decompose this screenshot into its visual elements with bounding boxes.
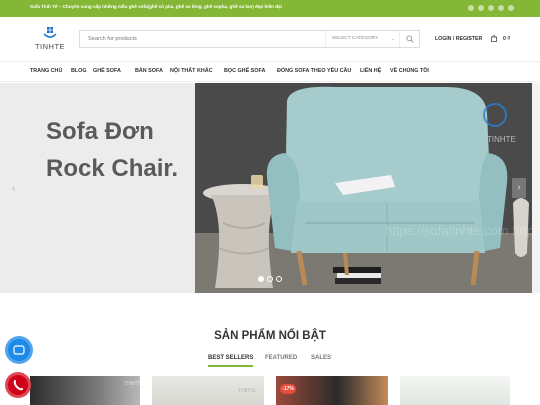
product-card[interactable]: TINHTE [30, 376, 140, 405]
slider-dot-2[interactable] [267, 276, 273, 282]
category-select[interactable]: SELECT CATEGORY ⌄ [325, 31, 401, 47]
main-nav: TRANG CHỦ BLOG GHẾ SOFA BÀN SOFA NỘI THẤ… [0, 62, 540, 82]
product-card[interactable]: -17% [276, 376, 388, 405]
facebook-icon[interactable] [468, 5, 474, 11]
active-tab-indicator [208, 365, 253, 367]
pinterest-icon[interactable] [498, 5, 504, 11]
search-form: SELECT CATEGORY ⌄ [79, 30, 420, 48]
nav-item-custom-sofa[interactable]: ĐÓNG SOFA THEO YÊU CẦU [277, 68, 351, 74]
tab-best-sellers[interactable]: BEST SELLERS [208, 355, 253, 361]
linkedin-icon[interactable] [508, 5, 514, 11]
phone-icon [13, 380, 23, 391]
product-logo: TINHTE [124, 381, 140, 387]
nav-item-contact[interactable]: LIÊN HỆ [360, 68, 381, 74]
nav-item-blog[interactable]: BLOG [71, 68, 87, 74]
zalo-icon [13, 345, 25, 355]
product-grid: TINHTE TINHTE -17% [0, 376, 540, 405]
product-tabs: BEST SELLERS FEATURED SALES [0, 355, 540, 367]
next-slide-peek [532, 83, 540, 293]
search-input[interactable] [80, 31, 325, 47]
chevron-down-icon: ⌄ [390, 36, 395, 42]
slider-pagination [258, 276, 282, 282]
zalo-chat-button[interactable] [5, 336, 33, 364]
slider-prev-arrow-icon[interactable]: ‹ [12, 183, 15, 194]
hero-title-line2: Rock Chair. [46, 155, 179, 182]
hero-slider: Sofa Đơn Rock Chair. https://sofatinhte.… [0, 83, 540, 293]
slider-dot-3[interactable] [276, 276, 282, 282]
featured-products-title: SẢN PHẨM NỔI BẬT [214, 330, 326, 342]
top-bar: Sofa Tinh Tế – Chuyên cung cấp những mẫu… [0, 0, 540, 17]
tab-featured[interactable]: FEATURED [265, 355, 297, 361]
slider-next-arrow-icon[interactable]: › [512, 178, 526, 198]
top-bar-text: Sofa Tinh Tế – Chuyên cung cấp những mẫu… [30, 4, 282, 9]
hero-watermark: https://sofatinhte.com https://sofatinht… [385, 223, 532, 238]
email-icon[interactable] [488, 5, 494, 11]
nav-item-other-furniture[interactable]: NỘI THẤT KHÁC [170, 68, 213, 74]
site-header: TINHTE SELECT CATEGORY ⌄ LOGIN / REGISTE… [0, 17, 540, 62]
search-icon [406, 35, 414, 43]
search-button[interactable] [399, 31, 419, 47]
hero-image: https://sofatinhte.com https://sofatinht… [195, 83, 532, 293]
logo-mark-icon [43, 27, 57, 38]
social-links [468, 5, 514, 11]
product-logo: TINHTE [238, 388, 257, 394]
hero-photo-logo: TINHTE [487, 135, 516, 144]
hero-title-line1: Sofa Đơn [46, 118, 154, 145]
cart-total[interactable]: 0 ₫ [503, 36, 510, 42]
sale-badge: -17% [280, 384, 296, 394]
category-select-label: SELECT CATEGORY [332, 36, 379, 41]
login-register-link[interactable]: LOGIN / REGISTER [435, 36, 482, 42]
nav-item-about[interactable]: VỀ CHÚNG TÔI [390, 68, 429, 74]
product-card[interactable] [400, 376, 510, 405]
armchair-illustration [195, 83, 532, 293]
cart-icon[interactable] [491, 35, 497, 42]
logo-text: TINHTE [34, 42, 66, 51]
nav-item-sofa-cover[interactable]: BỌC GHẾ SOFA [224, 68, 265, 74]
product-card[interactable]: TINHTE [152, 376, 264, 405]
nav-item-sofa[interactable]: GHẾ SOFA [93, 68, 121, 74]
twitter-icon[interactable] [478, 5, 484, 11]
slider-dot-1[interactable] [258, 276, 264, 282]
nav-item-sofa-table[interactable]: BÀN SOFA [135, 68, 163, 74]
nav-item-home[interactable]: TRANG CHỦ [30, 68, 62, 74]
site-logo[interactable]: TINHTE [30, 24, 70, 56]
tab-sales[interactable]: SALES [311, 355, 331, 361]
phone-call-button[interactable] [5, 372, 31, 398]
